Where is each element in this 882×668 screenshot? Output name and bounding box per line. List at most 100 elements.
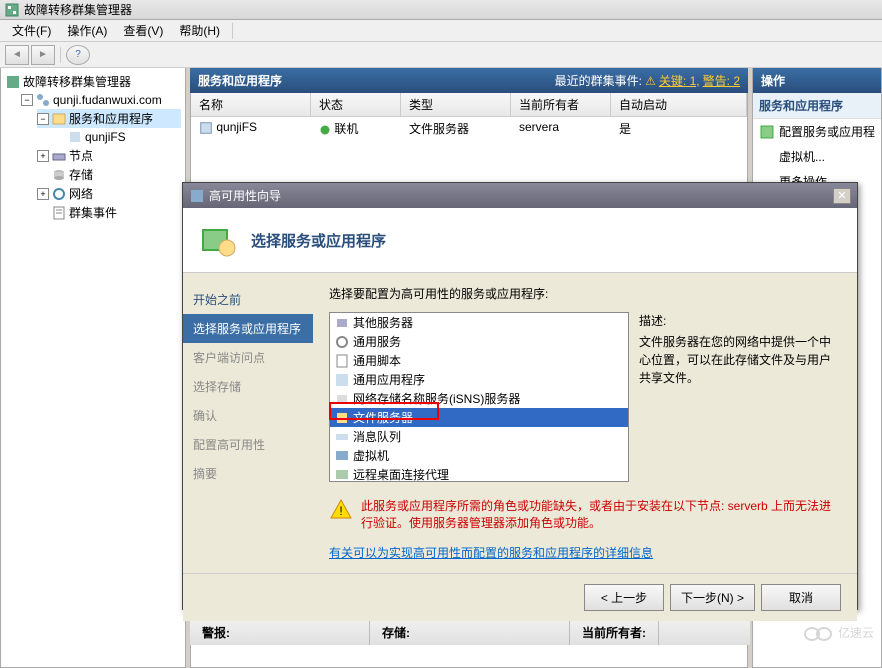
warning-panel: ! 此服务或应用程序所需的角色或功能缺失，或者由于安装在以下节点: server…: [329, 498, 841, 532]
col-type[interactable]: 类型: [401, 93, 511, 116]
list-item[interactable]: 通用应用程序: [330, 370, 628, 389]
tree-networks-label: 网络: [69, 185, 93, 202]
tree-storage[interactable]: 存储: [37, 165, 181, 184]
list-item[interactable]: 网络存储名称服务(iSNS)服务器: [330, 389, 628, 408]
action-vm[interactable]: 虚拟机...: [753, 144, 881, 169]
svg-text:!: !: [339, 504, 342, 518]
cell-auto: 是: [611, 117, 747, 140]
expander-icon[interactable]: +: [37, 150, 49, 162]
bottom-storage: 存储:: [370, 620, 570, 645]
actions-group-header: 服务和应用程序: [753, 93, 881, 119]
nav-forward-button[interactable]: ►: [31, 45, 55, 65]
bottom-owner: 当前所有者:: [570, 620, 659, 645]
menu-separator: [232, 23, 233, 39]
msmq-icon: [334, 429, 350, 445]
next-button[interactable]: 下一步(N) >: [670, 584, 755, 611]
tree-cluster[interactable]: − qunji.fudanwuxi.com: [21, 91, 181, 109]
service-listbox[interactable]: 其他服务器 通用服务 通用脚本 通用应用程序 网络存储名称服务(iSNS)服务器…: [329, 312, 629, 482]
file-server-icon: [334, 410, 350, 426]
help-link[interactable]: 有关可以为实现高可用性而配置的服务和应用程序的详细信息: [329, 544, 841, 561]
list-item[interactable]: 其他服务器: [330, 313, 628, 332]
description-panel: 描述: 文件服务器在您的网络中提供一个中心位置，可以在此存储文件及与用户共享文件…: [639, 312, 841, 482]
tree-services[interactable]: − 服务和应用程序: [37, 109, 181, 128]
gear-icon: [334, 334, 350, 350]
dialog-body: 开始之前 选择服务或应用程序 客户端访问点 选择存储 确认 配置高可用性 摘要 …: [183, 273, 857, 573]
nav-back-button[interactable]: ◄: [5, 45, 29, 65]
toolbar-separator: [60, 47, 61, 63]
configure-icon: [759, 124, 775, 140]
event-critical-link[interactable]: 关键: 1,: [659, 74, 700, 88]
cluster-manager-icon: [4, 2, 20, 18]
desc-text: 文件服务器在您的网络中提供一个中心位置，可以在此存储文件及与用户共享文件。: [639, 333, 841, 387]
action-configure-label: 配置服务或应用程: [779, 123, 875, 140]
tree-events-label: 群集事件: [69, 204, 117, 221]
tree-service-item[interactable]: qunjiFS: [53, 128, 181, 146]
vm-icon: [334, 448, 350, 464]
table-row[interactable]: qunjiFS 联机 文件服务器 servera 是: [191, 117, 747, 140]
step-before[interactable]: 开始之前: [183, 285, 313, 314]
cell-type: 文件服务器: [401, 117, 511, 140]
close-button[interactable]: ✕: [833, 188, 851, 204]
recent-events: 最近的群集事件: ⚠ 关键: 1, 警告: 2: [555, 72, 740, 89]
col-auto[interactable]: 自动启动: [611, 93, 747, 116]
action-vm-label: 虚拟机...: [779, 148, 825, 165]
menu-action[interactable]: 操作(A): [59, 20, 115, 41]
watermark: 亿速云: [802, 622, 874, 642]
bottom-status-grid: 警报: 存储: 当前所有者:: [190, 620, 750, 645]
step-storage: 选择存储: [183, 372, 313, 401]
tree-root-label: 故障转移群集管理器: [23, 73, 131, 90]
cell-status-text: 联机: [334, 122, 358, 136]
list-item[interactable]: 通用脚本: [330, 351, 628, 370]
dialog-buttons: < 上一步 下一步(N) > 取消: [183, 573, 857, 621]
services-icon: [51, 111, 67, 127]
list-item[interactable]: 远程桌面连接代理: [330, 465, 628, 482]
step-select[interactable]: 选择服务或应用程序: [183, 314, 313, 343]
tree-nodes[interactable]: + 节点: [37, 146, 181, 165]
expander-icon[interactable]: −: [21, 94, 33, 106]
menu-help[interactable]: 帮助(H): [171, 20, 228, 41]
cell-name: qunjiFS: [191, 117, 311, 140]
list-item[interactable]: 消息队列: [330, 427, 628, 446]
expander-icon[interactable]: −: [37, 113, 49, 125]
expander-icon[interactable]: +: [37, 188, 49, 200]
isns-icon: [334, 391, 350, 407]
bottom-alert: 警报:: [190, 620, 370, 645]
server-icon: [334, 315, 350, 331]
window-title: 故障转移群集管理器: [24, 1, 132, 18]
wizard-nav: 开始之前 选择服务或应用程序 客户端访问点 选择存储 确认 配置高可用性 摘要: [183, 273, 313, 573]
step-summary: 摘要: [183, 459, 313, 488]
prompt-text: 选择要配置为高可用性的服务或应用程序:: [329, 285, 841, 302]
dialog-heading: 选择服务或应用程序: [251, 230, 386, 251]
grid-header: 名称 状态 类型 当前所有者 自动启动: [191, 93, 747, 117]
menu-file[interactable]: 文件(F): [4, 20, 59, 41]
blank-icon: [759, 149, 775, 165]
cluster-icon: [35, 92, 51, 108]
tree-root[interactable]: 故障转移群集管理器: [5, 72, 181, 91]
warning-triangle-icon: ⚠: [645, 74, 656, 88]
recent-events-label: 最近的群集事件:: [555, 74, 642, 88]
prev-button[interactable]: < 上一步: [584, 584, 664, 611]
action-configure[interactable]: 配置服务或应用程: [753, 119, 881, 144]
center-title: 服务和应用程序: [198, 72, 282, 89]
desc-label: 描述:: [639, 312, 841, 329]
col-owner[interactable]: 当前所有者: [511, 93, 611, 116]
tree-nodes-label: 节点: [69, 147, 93, 164]
menu-view[interactable]: 查看(V): [115, 20, 171, 41]
col-status[interactable]: 状态: [311, 93, 401, 116]
watermark-text: 亿速云: [838, 624, 874, 641]
wizard-big-icon: [199, 220, 239, 260]
cancel-button[interactable]: 取消: [761, 584, 841, 611]
help-button[interactable]: ?: [66, 45, 90, 65]
list-item[interactable]: 虚拟机: [330, 446, 628, 465]
event-warning-link[interactable]: 警告: 2: [703, 74, 740, 88]
tree-networks[interactable]: + 网络: [37, 184, 181, 203]
col-name[interactable]: 名称: [191, 93, 311, 116]
services-grid: 名称 状态 类型 当前所有者 自动启动 qunjiFS 联机 文件服务器: [191, 93, 747, 140]
list-item[interactable]: 通用服务: [330, 332, 628, 351]
tree-storage-label: 存储: [69, 166, 93, 183]
toolbar: ◄ ► ?: [0, 42, 882, 68]
main-titlebar: 故障转移群集管理器: [0, 0, 882, 20]
list-item-selected[interactable]: 文件服务器: [330, 408, 628, 427]
tree-events[interactable]: 群集事件: [37, 203, 181, 222]
step-confirm: 确认: [183, 401, 313, 430]
